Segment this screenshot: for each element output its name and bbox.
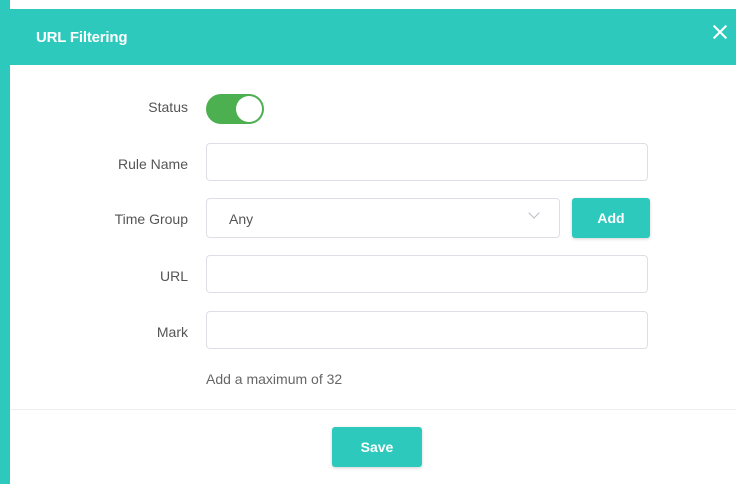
url-label: URL — [159, 268, 188, 284]
mark-label: Mark — [156, 324, 188, 340]
time-group-label: Time Group — [114, 211, 188, 227]
mark-input[interactable] — [206, 311, 648, 349]
close-icon[interactable] — [711, 23, 729, 41]
url-input[interactable] — [206, 255, 648, 293]
footer-divider — [10, 409, 736, 410]
add-time-group-button[interactable]: Add — [572, 198, 650, 238]
toggle-knob — [236, 96, 262, 122]
url-filtering-window: URL Filtering Status Rule Name Time Grou… — [0, 0, 736, 484]
save-button-label: Save — [360, 439, 394, 455]
status-toggle[interactable] — [206, 94, 264, 124]
save-button[interactable]: Save — [332, 427, 422, 467]
status-label: Status — [148, 99, 188, 115]
time-group-select[interactable]: Any — [206, 198, 560, 238]
add-button-label: Add — [597, 210, 625, 226]
dialog-title: URL Filtering — [36, 29, 128, 46]
rule-name-label: Rule Name — [117, 156, 188, 172]
url-filtering-dialog: URL Filtering Status Rule Name Time Grou… — [10, 9, 736, 484]
rule-name-input[interactable] — [206, 143, 648, 181]
left-accent-strip — [0, 0, 10, 484]
dialog-header: URL Filtering — [10, 9, 736, 65]
max-entries-hint: Add a maximum of 32 — [206, 371, 343, 387]
chevron-down-icon — [528, 207, 540, 219]
time-group-value: Any — [229, 211, 254, 227]
